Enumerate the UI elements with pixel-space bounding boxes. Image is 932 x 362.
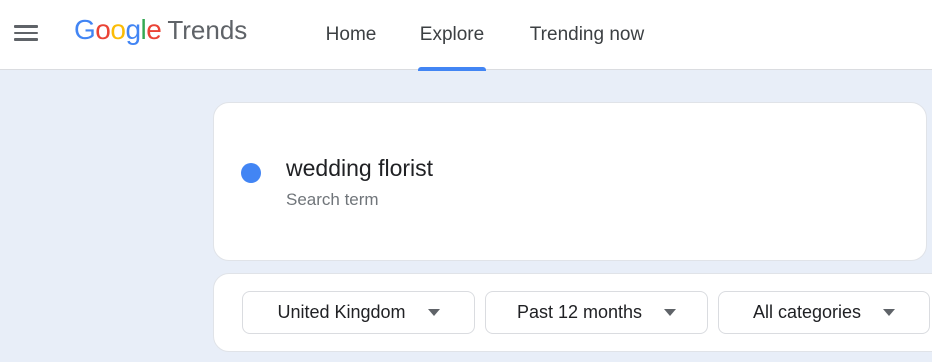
category-dropdown[interactable]: All categories [718, 291, 930, 334]
tab-home[interactable]: Home [312, 0, 390, 70]
time-range-dropdown[interactable]: Past 12 months [485, 291, 708, 334]
dropdown-arrow-icon [427, 309, 440, 316]
location-value: United Kingdom [277, 302, 406, 322]
tab-home-label: Home [325, 24, 377, 45]
hamburger-menu-icon[interactable] [14, 23, 38, 43]
tab-trending-now-label: Trending now [529, 24, 645, 45]
tab-trending-now[interactable]: Trending now [516, 0, 658, 70]
dropdown-arrow-icon [664, 309, 677, 316]
google-trends-logo[interactable]: Google Trends [74, 14, 247, 54]
active-tab-indicator [418, 67, 486, 71]
term-color-indicator [241, 163, 261, 183]
search-term-card: wedding florist Search term [213, 102, 927, 261]
search-term-type-label: Search term [286, 190, 379, 209]
google-wordmark: Google [74, 14, 162, 45]
category-value: All categories [752, 302, 862, 322]
tab-explore[interactable]: Explore [418, 0, 486, 71]
dropdown-arrow-icon [883, 309, 896, 316]
search-term-input[interactable]: wedding florist [286, 155, 433, 182]
tab-explore-label: Explore [419, 24, 485, 45]
location-dropdown[interactable]: United Kingdom [242, 291, 475, 334]
product-name: Trends [167, 15, 248, 45]
time-range-value: Past 12 months [516, 302, 643, 322]
top-app-bar: Google Trends Home Explore Trending now [0, 0, 932, 71]
